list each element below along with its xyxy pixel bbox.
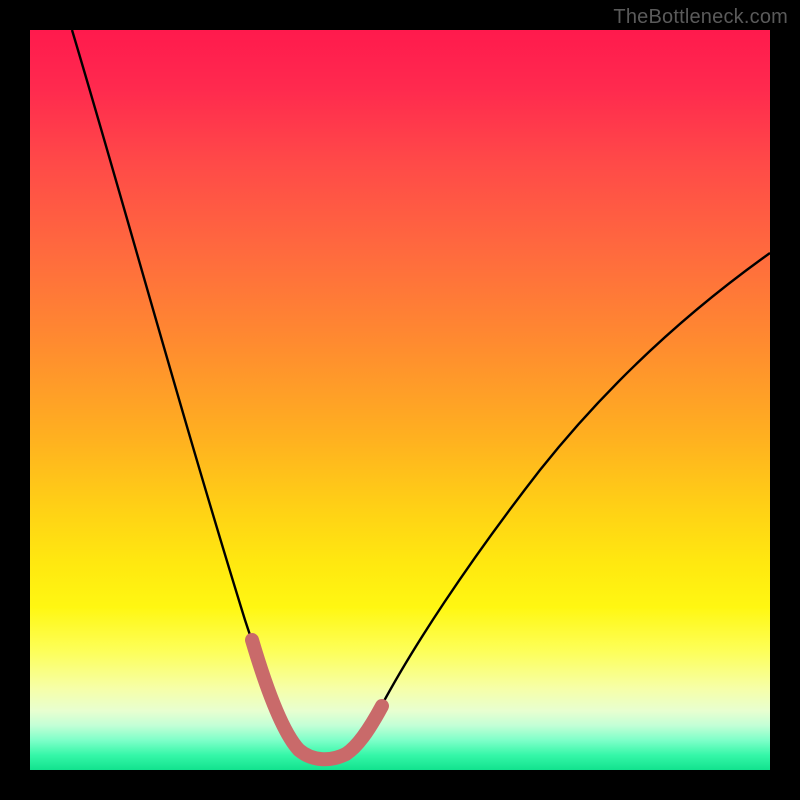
highlight-bottom xyxy=(299,750,346,759)
chart-frame: TheBottleneck.com xyxy=(0,0,800,800)
curve-layer xyxy=(30,30,770,770)
plot-area xyxy=(30,30,770,770)
watermark-text: TheBottleneck.com xyxy=(613,6,788,29)
bottleneck-curve xyxy=(72,30,770,759)
highlight-right-leg xyxy=(346,706,382,754)
highlight-left-leg xyxy=(252,640,299,750)
